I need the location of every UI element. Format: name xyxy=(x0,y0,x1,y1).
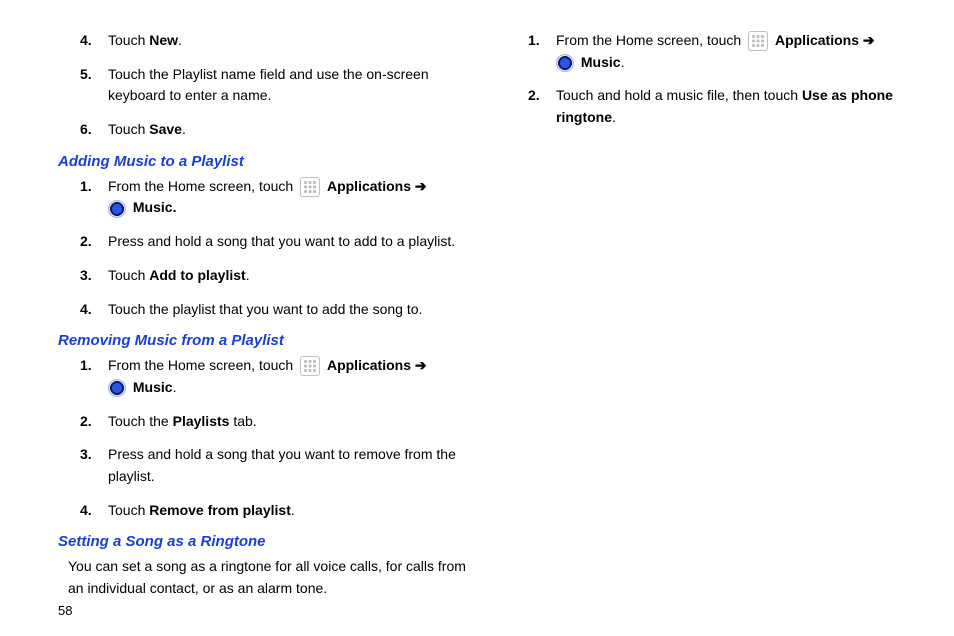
step: 1. From the Home screen, touch Applicati… xyxy=(528,30,914,73)
step: 5. Touch the Playlist name field and use… xyxy=(80,64,466,107)
music-icon xyxy=(108,200,126,218)
text: Touch the xyxy=(108,413,173,429)
step-body: From the Home screen, touch Applications… xyxy=(556,30,914,73)
step-number: 1. xyxy=(80,176,108,198)
step-number: 6. xyxy=(80,119,108,141)
ringtone-paragraph: You can set a song as a ringtone for all… xyxy=(68,556,466,599)
applications-label: Applications xyxy=(327,178,411,194)
adding-music-steps: 1. From the Home screen, touch Applicati… xyxy=(80,176,466,320)
text: Touch xyxy=(108,32,149,48)
right-column: 1. From the Home screen, touch Applicati… xyxy=(506,30,914,600)
step-number: 1. xyxy=(80,355,108,377)
bold: New xyxy=(149,32,178,48)
step-number: 5. xyxy=(80,64,108,86)
step-body: From the Home screen, touch Applications… xyxy=(108,355,466,398)
top-continued-steps: 4. Touch New. 5. Touch the Playlist name… xyxy=(80,30,466,141)
step-number: 1. xyxy=(528,30,556,52)
step-body: Touch the Playlists tab. xyxy=(108,411,466,433)
music-label: Music xyxy=(133,379,173,395)
page-number: 58 xyxy=(58,603,72,618)
text: From the Home screen, touch xyxy=(556,32,745,48)
heading-removing-music: Removing Music from a Playlist xyxy=(58,332,466,349)
arrow-icon: ➔ xyxy=(863,32,875,48)
step: 3. Press and hold a song that you want t… xyxy=(80,444,466,487)
music-label: Music xyxy=(581,54,621,70)
text: Touch xyxy=(108,121,149,137)
applications-icon xyxy=(748,31,768,51)
step-number: 3. xyxy=(80,444,108,466)
heading-adding-music: Adding Music to a Playlist xyxy=(58,153,466,170)
step-body: Press and hold a song that you want to r… xyxy=(108,444,466,487)
step-body: Touch Remove from playlist. xyxy=(108,500,466,522)
step-body: Press and hold a song that you want to a… xyxy=(108,231,466,253)
dot: . xyxy=(173,199,177,215)
step: 4. Touch Remove from playlist. xyxy=(80,500,466,522)
text: . xyxy=(246,267,250,283)
step: 2. Press and hold a song that you want t… xyxy=(80,231,466,253)
step-body: Touch the Playlist name field and use th… xyxy=(108,64,466,107)
applications-icon xyxy=(300,177,320,197)
text: Touch and hold a music file, then touch xyxy=(556,87,802,103)
music-icon xyxy=(556,54,574,72)
applications-label: Applications xyxy=(775,32,859,48)
text: Touch xyxy=(108,502,149,518)
text: tab. xyxy=(229,413,256,429)
music-icon xyxy=(108,379,126,397)
step: 6. Touch Save. xyxy=(80,119,466,141)
applications-label: Applications xyxy=(327,357,411,373)
step-body: Touch Save. xyxy=(108,119,466,141)
step-body: Touch and hold a music file, then touch … xyxy=(556,85,914,128)
step: 2. Touch and hold a music file, then tou… xyxy=(528,85,914,128)
bold: Add to playlist xyxy=(149,267,245,283)
step: 1. From the Home screen, touch Applicati… xyxy=(80,355,466,398)
two-column-layout: 4. Touch New. 5. Touch the Playlist name… xyxy=(58,30,914,600)
text: Touch xyxy=(108,267,149,283)
text: . xyxy=(612,109,616,125)
text: . xyxy=(178,32,182,48)
step-number: 2. xyxy=(80,411,108,433)
step: 4. Touch the playlist that you want to a… xyxy=(80,299,466,321)
step: 3. Touch Add to playlist. xyxy=(80,265,466,287)
step-number: 2. xyxy=(80,231,108,253)
applications-icon xyxy=(300,356,320,376)
ringtone-steps: 1. From the Home screen, touch Applicati… xyxy=(528,30,914,129)
arrow-icon: ➔ xyxy=(415,178,427,194)
music-label: Music xyxy=(133,199,173,215)
bold: Save xyxy=(149,121,182,137)
text: . xyxy=(291,502,295,518)
step-body: Touch New. xyxy=(108,30,466,52)
step-body: Touch the playlist that you want to add … xyxy=(108,299,466,321)
text: . xyxy=(182,121,186,137)
step-body: Touch Add to playlist. xyxy=(108,265,466,287)
step: 4. Touch New. xyxy=(80,30,466,52)
left-column: 4. Touch New. 5. Touch the Playlist name… xyxy=(58,30,466,600)
dot: . xyxy=(173,379,177,395)
bold: Remove from playlist xyxy=(149,502,291,518)
text: From the Home screen, touch xyxy=(108,357,297,373)
step-number: 4. xyxy=(80,30,108,52)
step: 1. From the Home screen, touch Applicati… xyxy=(80,176,466,219)
text: From the Home screen, touch xyxy=(108,178,297,194)
step: 2. Touch the Playlists tab. xyxy=(80,411,466,433)
removing-music-steps: 1. From the Home screen, touch Applicati… xyxy=(80,355,466,521)
dot: . xyxy=(621,54,625,70)
step-number: 4. xyxy=(80,500,108,522)
bold: Playlists xyxy=(173,413,230,429)
step-number: 4. xyxy=(80,299,108,321)
step-body: From the Home screen, touch Applications… xyxy=(108,176,466,219)
arrow-icon: ➔ xyxy=(415,357,427,373)
step-number: 2. xyxy=(528,85,556,107)
manual-page: 4. Touch New. 5. Touch the Playlist name… xyxy=(0,0,954,636)
heading-set-ringtone: Setting a Song as a Ringtone xyxy=(58,533,466,550)
step-number: 3. xyxy=(80,265,108,287)
